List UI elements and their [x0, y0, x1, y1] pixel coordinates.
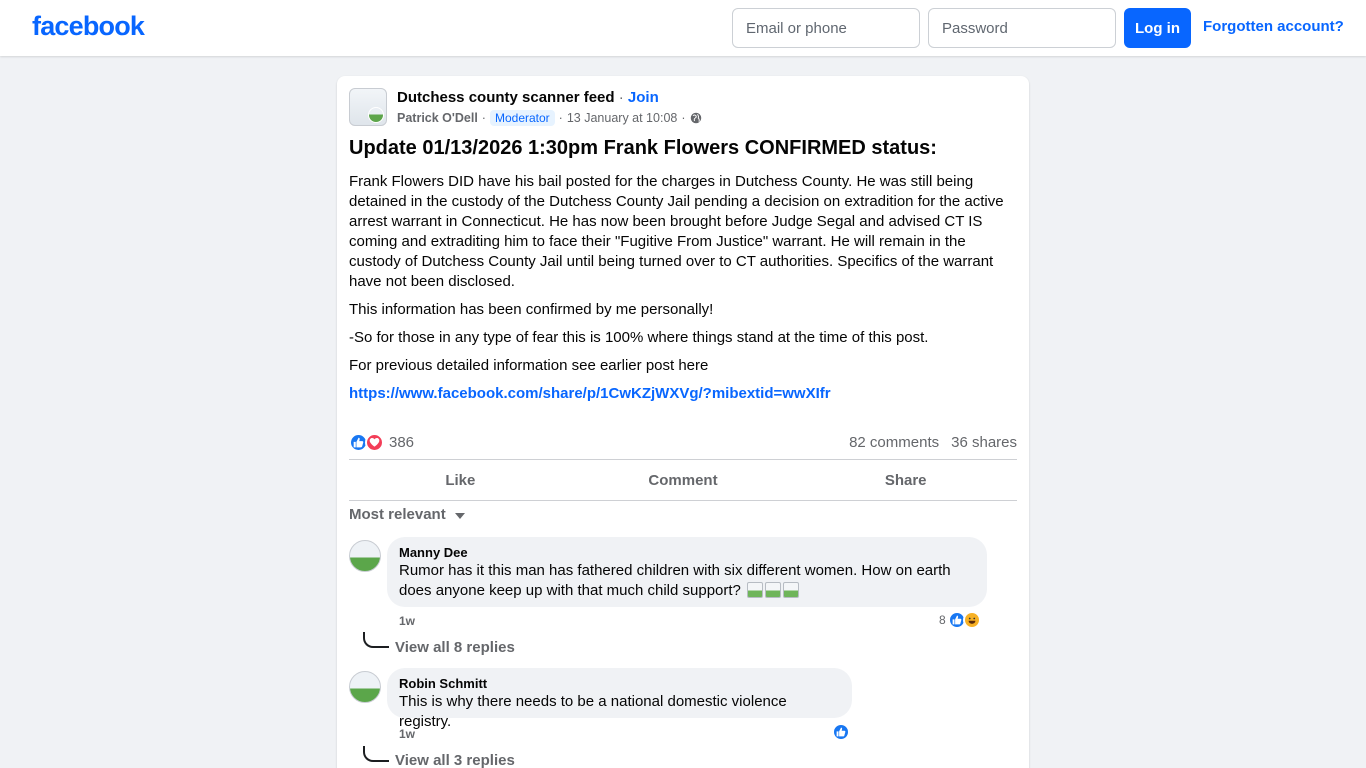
view-replies-link[interactable]: View all 8 replies	[395, 639, 515, 656]
separator-dot: ·	[681, 111, 686, 125]
shares-count[interactable]: 36 shares	[951, 434, 1017, 451]
password-input[interactable]	[928, 8, 1116, 48]
top-bar: facebook Log in Forgotten account?	[0, 0, 1366, 56]
emoji-icon	[747, 582, 764, 598]
post-body: Frank Flowers DID have his bail posted f…	[349, 172, 1009, 412]
post-paragraph: For previous detailed information see ea…	[349, 357, 709, 374]
emoji-icon	[765, 582, 782, 598]
moderator-badge: Moderator	[489, 110, 555, 126]
like-reaction-icon	[832, 723, 850, 741]
love-reaction-icon	[365, 432, 384, 452]
facebook-logo[interactable]: facebook	[32, 11, 145, 42]
reaction-count: 386	[389, 433, 415, 451]
comment-sort-dropdown[interactable]: Most relevant	[349, 506, 465, 523]
email-input[interactable]	[732, 8, 920, 48]
caret-down-icon	[454, 513, 465, 519]
group-name[interactable]: Dutchess county scanner feed	[397, 89, 615, 106]
globe-icon	[690, 112, 701, 124]
commenter-name[interactable]: Robin Schmitt	[399, 676, 840, 692]
like-button[interactable]: Like	[349, 460, 572, 500]
post-title: Update 01/13/2026 1:30pm Frank Flowers C…	[349, 137, 937, 159]
post-header: Dutchess county scanner feed · Join	[397, 89, 659, 106]
view-replies-link[interactable]: View all 3 replies	[395, 752, 515, 768]
commenter-name[interactable]: Manny Dee	[399, 545, 975, 561]
join-button[interactable]: Join	[628, 89, 659, 106]
author-name[interactable]: Patrick O'Dell	[397, 111, 478, 125]
comment-reaction-count: 8	[939, 613, 946, 627]
reply-thread-line	[363, 632, 389, 648]
comment-text: Rumor has it this man has fathered child…	[399, 562, 951, 599]
post-stats: 386 82 comments 36 shares	[349, 431, 1017, 453]
forgot-account-link[interactable]: Forgotten account?	[1203, 18, 1344, 35]
post-link[interactable]: https://www.facebook.com/share/p/1CwKZjW…	[349, 385, 831, 402]
comment-time[interactable]: 1w	[399, 727, 415, 741]
comments-count[interactable]: 82 comments	[849, 434, 939, 451]
haha-reaction-icon	[962, 611, 981, 629]
post-actions: Like Comment Share	[349, 459, 1017, 501]
login-button[interactable]: Log in	[1124, 8, 1191, 48]
comment-time[interactable]: 1w	[399, 614, 415, 628]
separator-dot: ·	[481, 111, 486, 125]
comment-button[interactable]: Comment	[572, 460, 795, 500]
post-paragraph: Frank Flowers DID have his bail posted f…	[349, 173, 1004, 290]
separator-dot: ·	[618, 89, 624, 106]
comment-bubble: Manny Dee Rumor has it this man has fath…	[387, 537, 987, 607]
author-avatar[interactable]	[368, 107, 384, 123]
comment-reactions[interactable]	[832, 723, 850, 741]
commenter-avatar[interactable]	[349, 671, 381, 703]
post-meta: Patrick O'Dell · Moderator · 13 January …	[397, 110, 702, 126]
group-avatar[interactable]	[349, 88, 387, 126]
post-paragraph: This information has been confirmed by m…	[349, 301, 714, 318]
share-button[interactable]: Share	[794, 460, 1017, 500]
reply-thread-line	[363, 746, 389, 762]
post-paragraph: -So for those in any type of fear this i…	[349, 329, 929, 346]
post-card: Dutchess county scanner feed · Join Patr…	[337, 76, 1029, 768]
comment-reactions[interactable]: 8	[939, 611, 981, 629]
post-timestamp[interactable]: 13 January at 10:08	[567, 111, 678, 125]
separator-dot: ·	[558, 111, 563, 125]
comment-text: This is why there needs to be a national…	[399, 693, 787, 730]
comment-bubble: Robin Schmitt This is why there needs to…	[387, 668, 852, 730]
reaction-icons[interactable]: 386	[349, 432, 415, 452]
commenter-avatar[interactable]	[349, 540, 381, 572]
sort-label: Most relevant	[349, 506, 446, 523]
emoji-icon	[783, 582, 800, 598]
